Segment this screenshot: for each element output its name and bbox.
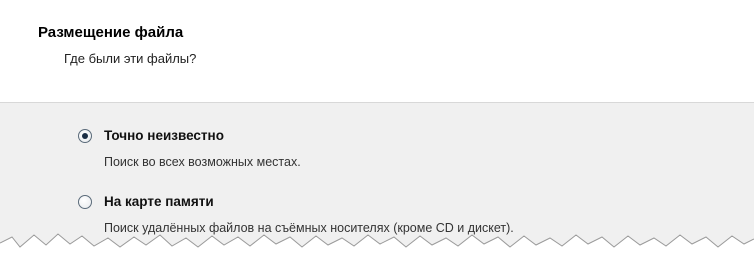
option-label[interactable]: Точно неизвестно	[104, 128, 224, 143]
radio-button-selected[interactable]	[78, 129, 92, 143]
torn-edge-decoration	[0, 233, 754, 255]
page-subtitle: Где были эти файлы?	[64, 51, 197, 66]
option-label[interactable]: На карте памяти	[104, 194, 214, 209]
option-description: Поиск во всех возможных местах.	[104, 155, 301, 169]
wizard-header: Размещение файла Где были эти файлы?	[0, 0, 754, 103]
radio-button[interactable]	[78, 195, 92, 209]
page-title: Размещение файла	[38, 24, 184, 41]
